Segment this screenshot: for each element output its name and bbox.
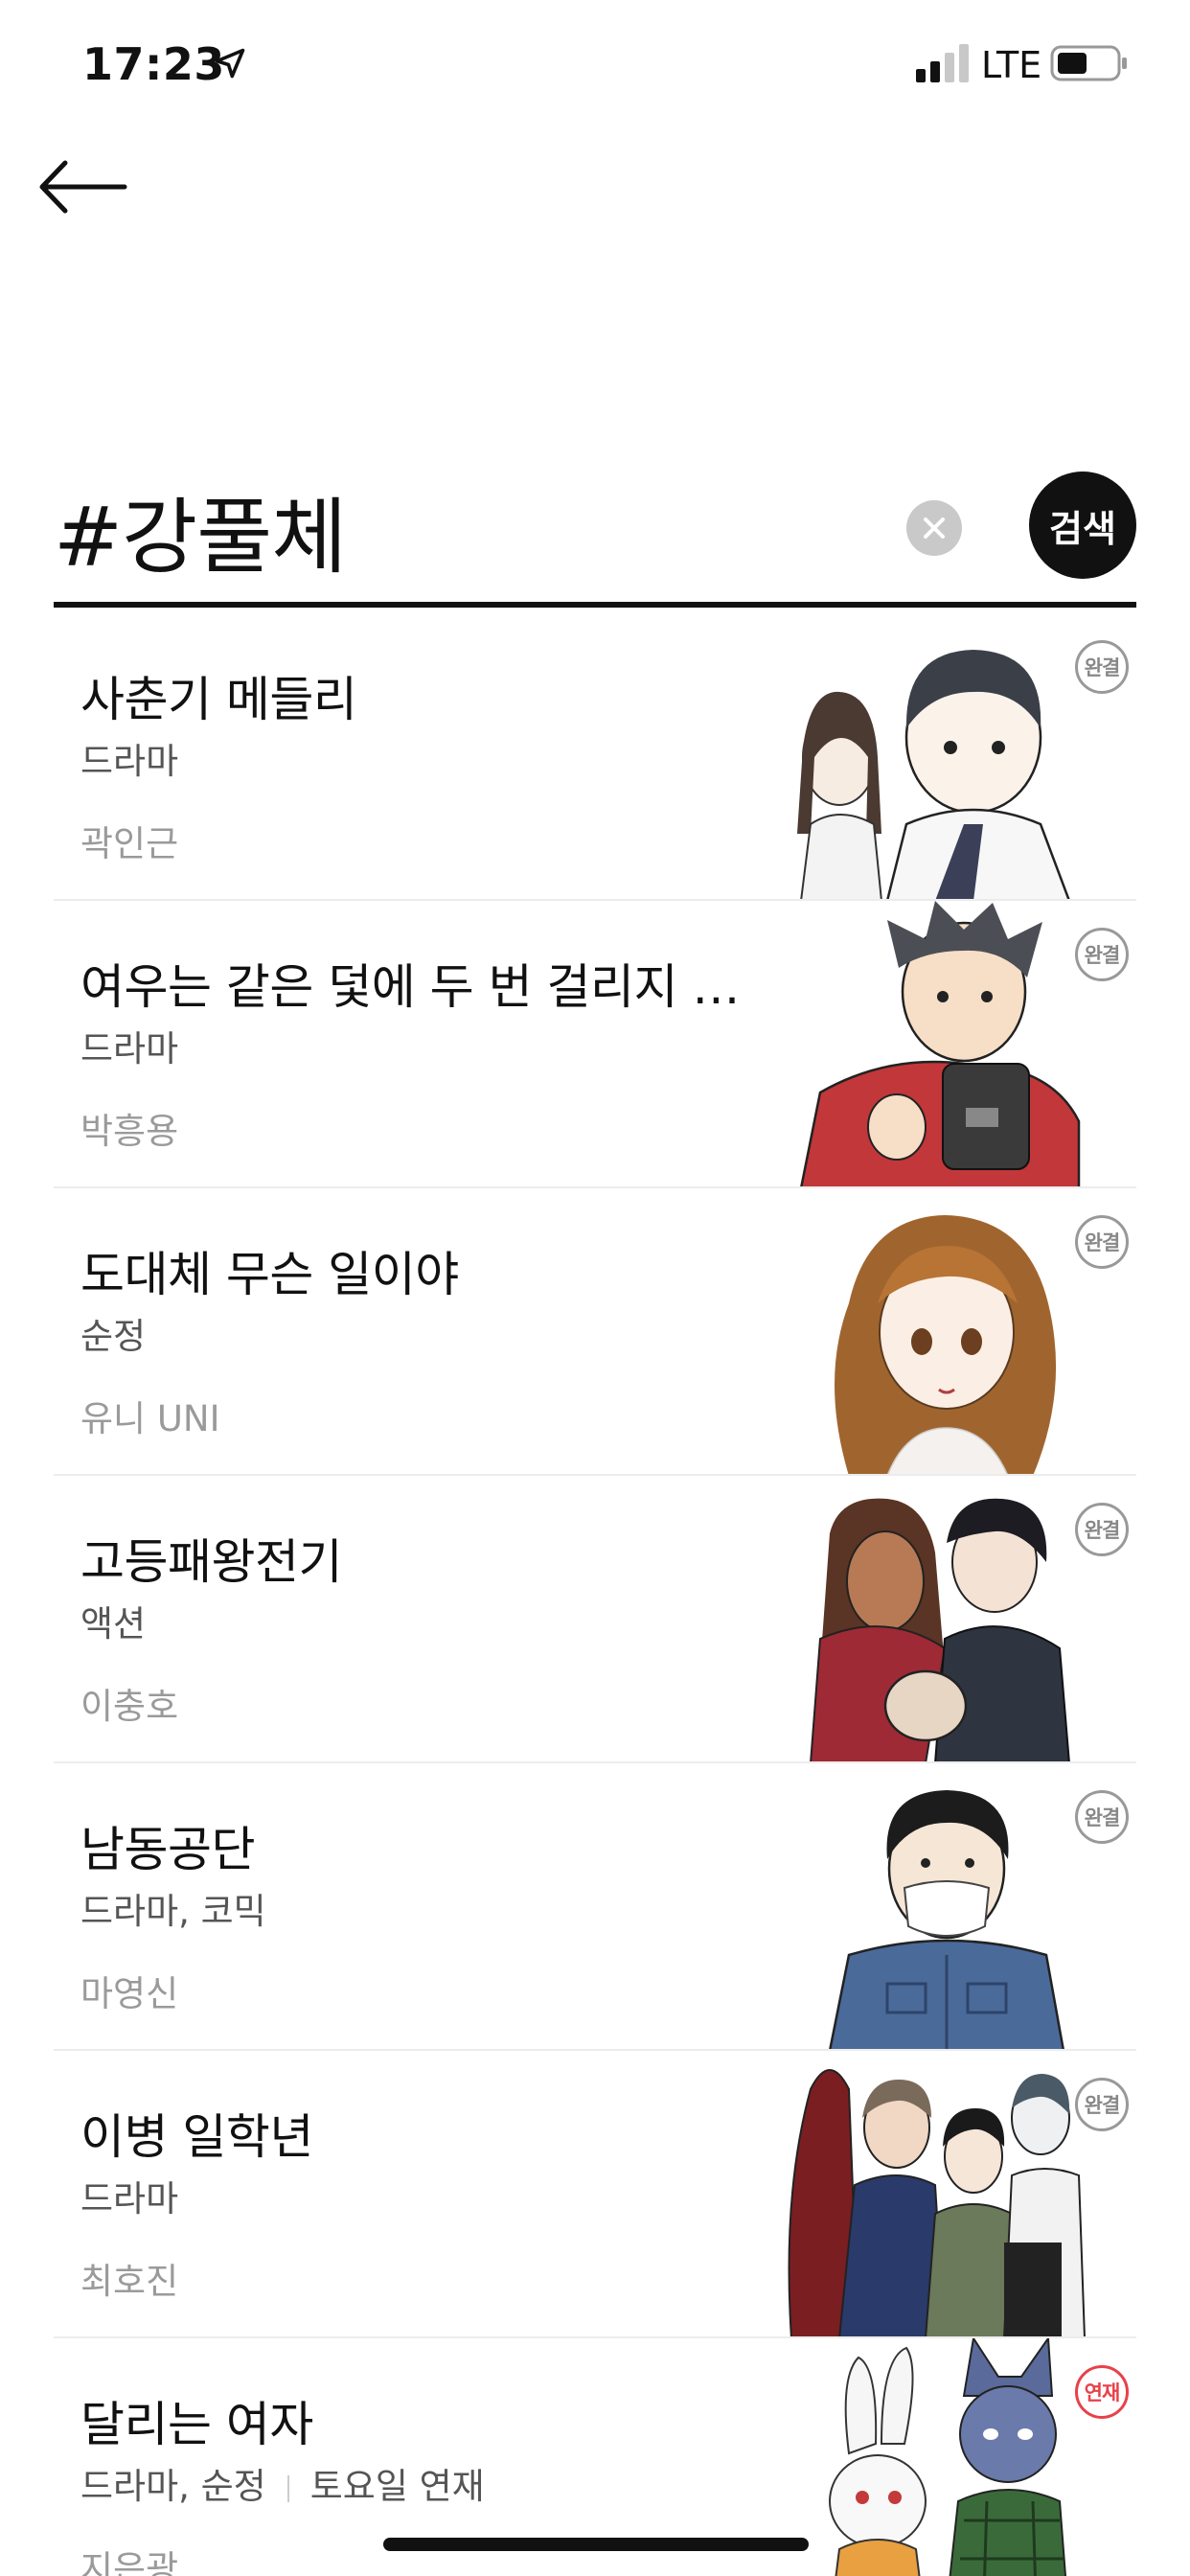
clear-search-button[interactable]: [906, 500, 962, 556]
status-badge: 완결: [1075, 1790, 1129, 1844]
location-arrow-icon: [215, 48, 245, 79]
status-badge: 완결: [1075, 928, 1129, 981]
search-input[interactable]: [54, 470, 878, 588]
result-author: 이충호: [80, 1686, 179, 1727]
status-bar: 17:23 LTE: [0, 0, 1190, 125]
cellular-signal-icon: [916, 44, 969, 82]
result-title: 고등패왕전기: [80, 1534, 342, 1590]
result-item[interactable]: 사춘기 메들리 드라마 곽인근 완결: [54, 613, 1136, 901]
result-item[interactable]: 여우는 같은 덫에 두 번 걸리지 않… 드라마 박흥용 완결: [54, 901, 1136, 1188]
home-indicator: [383, 2538, 809, 2551]
result-author: 지은광: [80, 2548, 179, 2576]
genre-separator: [286, 2474, 289, 2502]
status-badge: 완결: [1075, 1215, 1129, 1269]
result-genre: 액션: [80, 1603, 147, 1644]
status-badge: 완결: [1075, 2078, 1129, 2131]
result-author: 유니 UNI: [80, 1398, 220, 1439]
result-title: 이병 일학년: [80, 2109, 313, 2165]
result-author: 박흥용: [80, 1111, 179, 1152]
comic-thumbnail: [829, 2338, 1067, 2576]
comic-thumbnail: [797, 650, 1070, 899]
result-genre: 드라마: [80, 1028, 179, 1070]
status-time: 17:23: [82, 38, 225, 90]
results-list: 사춘기 메들리 드라마 곽인근 완결 여우는 같은 덫에 두 번 걸리지 않… …: [54, 613, 1136, 2576]
result-genre: 드라마: [80, 2178, 179, 2220]
result-genre: 순정: [80, 1316, 147, 1357]
result-item[interactable]: 고등패왕전기 액션 이충호 완결: [54, 1476, 1136, 1763]
back-arrow-icon: [39, 160, 127, 214]
search-button[interactable]: 검색: [1029, 472, 1136, 579]
result-item[interactable]: 도대체 무슨 일이야 순정 유니 UNI 완결: [54, 1188, 1136, 1476]
result-author: 최호진: [80, 2261, 179, 2302]
result-title: 달리는 여자: [80, 2397, 313, 2452]
network-type-label: LTE: [981, 44, 1042, 86]
search-bar: 검색: [54, 450, 1136, 608]
comic-thumbnail: [829, 1790, 1064, 2049]
comic-thumbnail: [788, 2069, 1086, 2336]
close-icon: [924, 518, 945, 539]
status-badge: 연재: [1075, 2365, 1129, 2419]
result-title: 사춘기 메들리: [80, 672, 357, 727]
result-item[interactable]: 남동공단 드라마, 코믹 마영신 완결: [54, 1763, 1136, 2051]
status-badge: 완결: [1075, 1503, 1129, 1556]
status-badge: 완결: [1075, 640, 1129, 694]
result-genre: 드라마, 코믹: [80, 1891, 266, 1932]
comic-thumbnail: [800, 901, 1081, 1186]
result-author: 마영신: [80, 1973, 179, 2014]
result-title: 도대체 무슨 일이야: [80, 1247, 459, 1302]
result-genre: 드라마: [80, 741, 179, 782]
comic-thumbnail: [810, 1498, 1070, 1761]
result-author: 곽인근: [80, 823, 179, 864]
result-genre: 드라마, 순정 토요일 연재: [80, 2466, 485, 2507]
back-button[interactable]: [34, 153, 130, 220]
battery-icon: [1050, 45, 1127, 81]
result-title: 여우는 같은 덫에 두 번 걸리지 않…: [80, 959, 770, 1015]
result-item[interactable]: 이병 일학년 드라마 최호진 완결: [54, 2051, 1136, 2338]
result-title: 남동공단: [80, 1822, 255, 1877]
comic-thumbnail: [835, 1215, 1057, 1474]
